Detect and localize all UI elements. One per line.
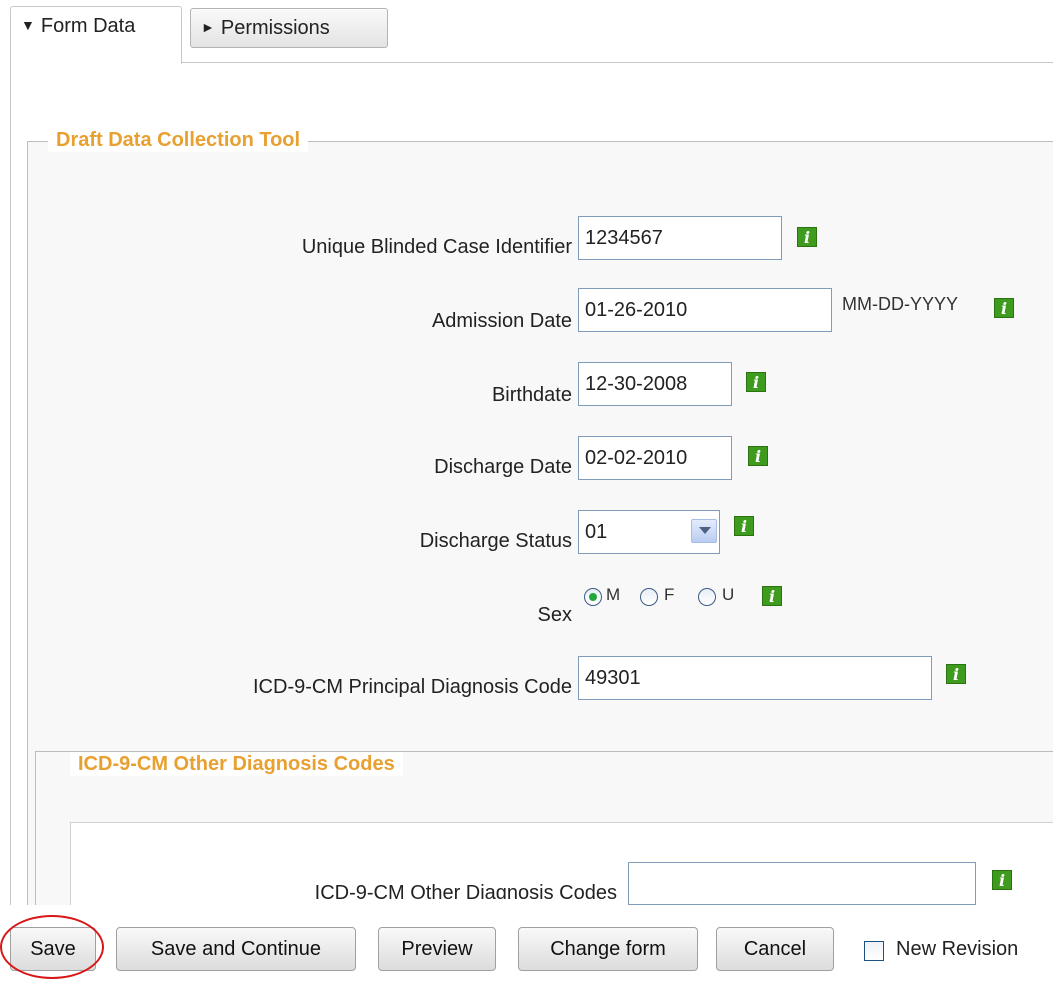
principal-dx-input[interactable]: [578, 656, 932, 700]
date-format-hint: MM-DD-YYYY: [842, 294, 958, 314]
cancel-button[interactable]: Cancel: [716, 927, 834, 971]
triangle-down-icon: ▼: [21, 17, 35, 33]
form-panel: [10, 62, 1053, 905]
sex-radio-m[interactable]: [584, 588, 602, 606]
chevron-down-icon[interactable]: [691, 519, 717, 543]
new-revision-label: New Revision: [896, 938, 1019, 960]
info-icon[interactable]: i: [992, 870, 1012, 890]
sex-label: Sex: [537, 604, 572, 626]
admission-date-input[interactable]: [578, 288, 832, 332]
other-dx-legend: ICD-9-CM Other Diagnosis Codes: [70, 752, 403, 776]
discharge-status-select[interactable]: 01: [578, 510, 720, 554]
tab-form-data-label: Form Data: [40, 15, 136, 37]
admission-date-label: Admission Date: [431, 310, 572, 332]
discharge-status-label: Discharge Status: [419, 530, 572, 552]
preview-button[interactable]: Preview: [378, 927, 496, 971]
tab-permissions[interactable]: ► Permissions: [190, 8, 388, 48]
info-icon[interactable]: i: [734, 516, 754, 536]
info-icon[interactable]: i: [746, 372, 766, 392]
principal-dx-label: ICD-9-CM Principal Diagnosis Code: [253, 676, 572, 698]
sex-radio-u[interactable]: [698, 588, 716, 606]
tab-form-data[interactable]: ▼ Form Data: [10, 6, 182, 64]
triangle-right-icon: ►: [201, 19, 215, 35]
change-form-button[interactable]: Change form: [518, 927, 698, 971]
info-icon[interactable]: i: [994, 298, 1014, 318]
sex-option-m-label: M: [606, 585, 621, 604]
case-id-label: Unique Blinded Case Identifier: [301, 236, 572, 258]
birthdate-input[interactable]: [578, 362, 732, 406]
discharge-status-value: 01: [585, 521, 608, 543]
info-icon[interactable]: i: [797, 227, 817, 247]
other-dx-input[interactable]: [628, 862, 976, 905]
discharge-date-label: Discharge Date: [434, 456, 572, 478]
sex-radio-f[interactable]: [640, 588, 658, 606]
save-and-continue-button[interactable]: Save and Continue: [116, 927, 356, 971]
info-icon[interactable]: i: [748, 446, 768, 466]
info-icon[interactable]: i: [946, 664, 966, 684]
sex-option-u-label: U: [722, 585, 735, 604]
main-legend: Draft Data Collection Tool: [48, 128, 309, 152]
save-highlight-annotation: [0, 915, 104, 979]
case-id-input[interactable]: [578, 216, 782, 260]
info-icon[interactable]: i: [762, 586, 782, 606]
birthdate-label: Birthdate: [491, 384, 572, 406]
sex-option-f-label: F: [664, 585, 675, 604]
tab-permissions-label: Permissions: [220, 17, 330, 39]
new-revision-checkbox[interactable]: [864, 941, 884, 961]
discharge-date-input[interactable]: [578, 436, 732, 480]
